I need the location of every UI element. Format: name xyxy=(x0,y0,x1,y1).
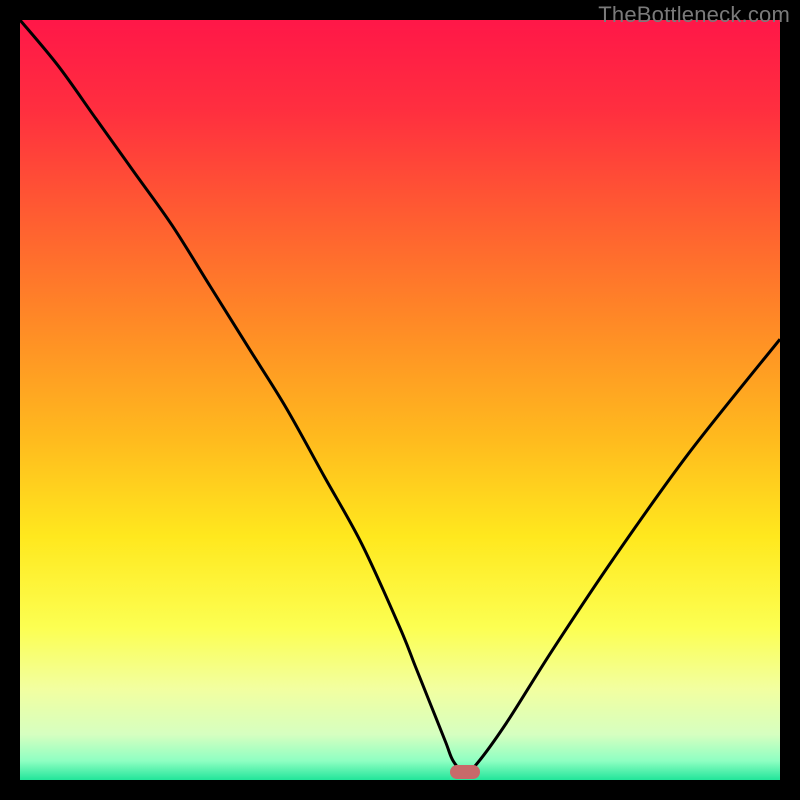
chart-frame: TheBottleneck.com xyxy=(0,0,800,800)
watermark-text: TheBottleneck.com xyxy=(598,2,790,28)
plot-area xyxy=(20,20,780,780)
curve-path xyxy=(20,20,780,773)
min-marker xyxy=(450,765,480,779)
bottleneck-curve xyxy=(20,20,780,780)
